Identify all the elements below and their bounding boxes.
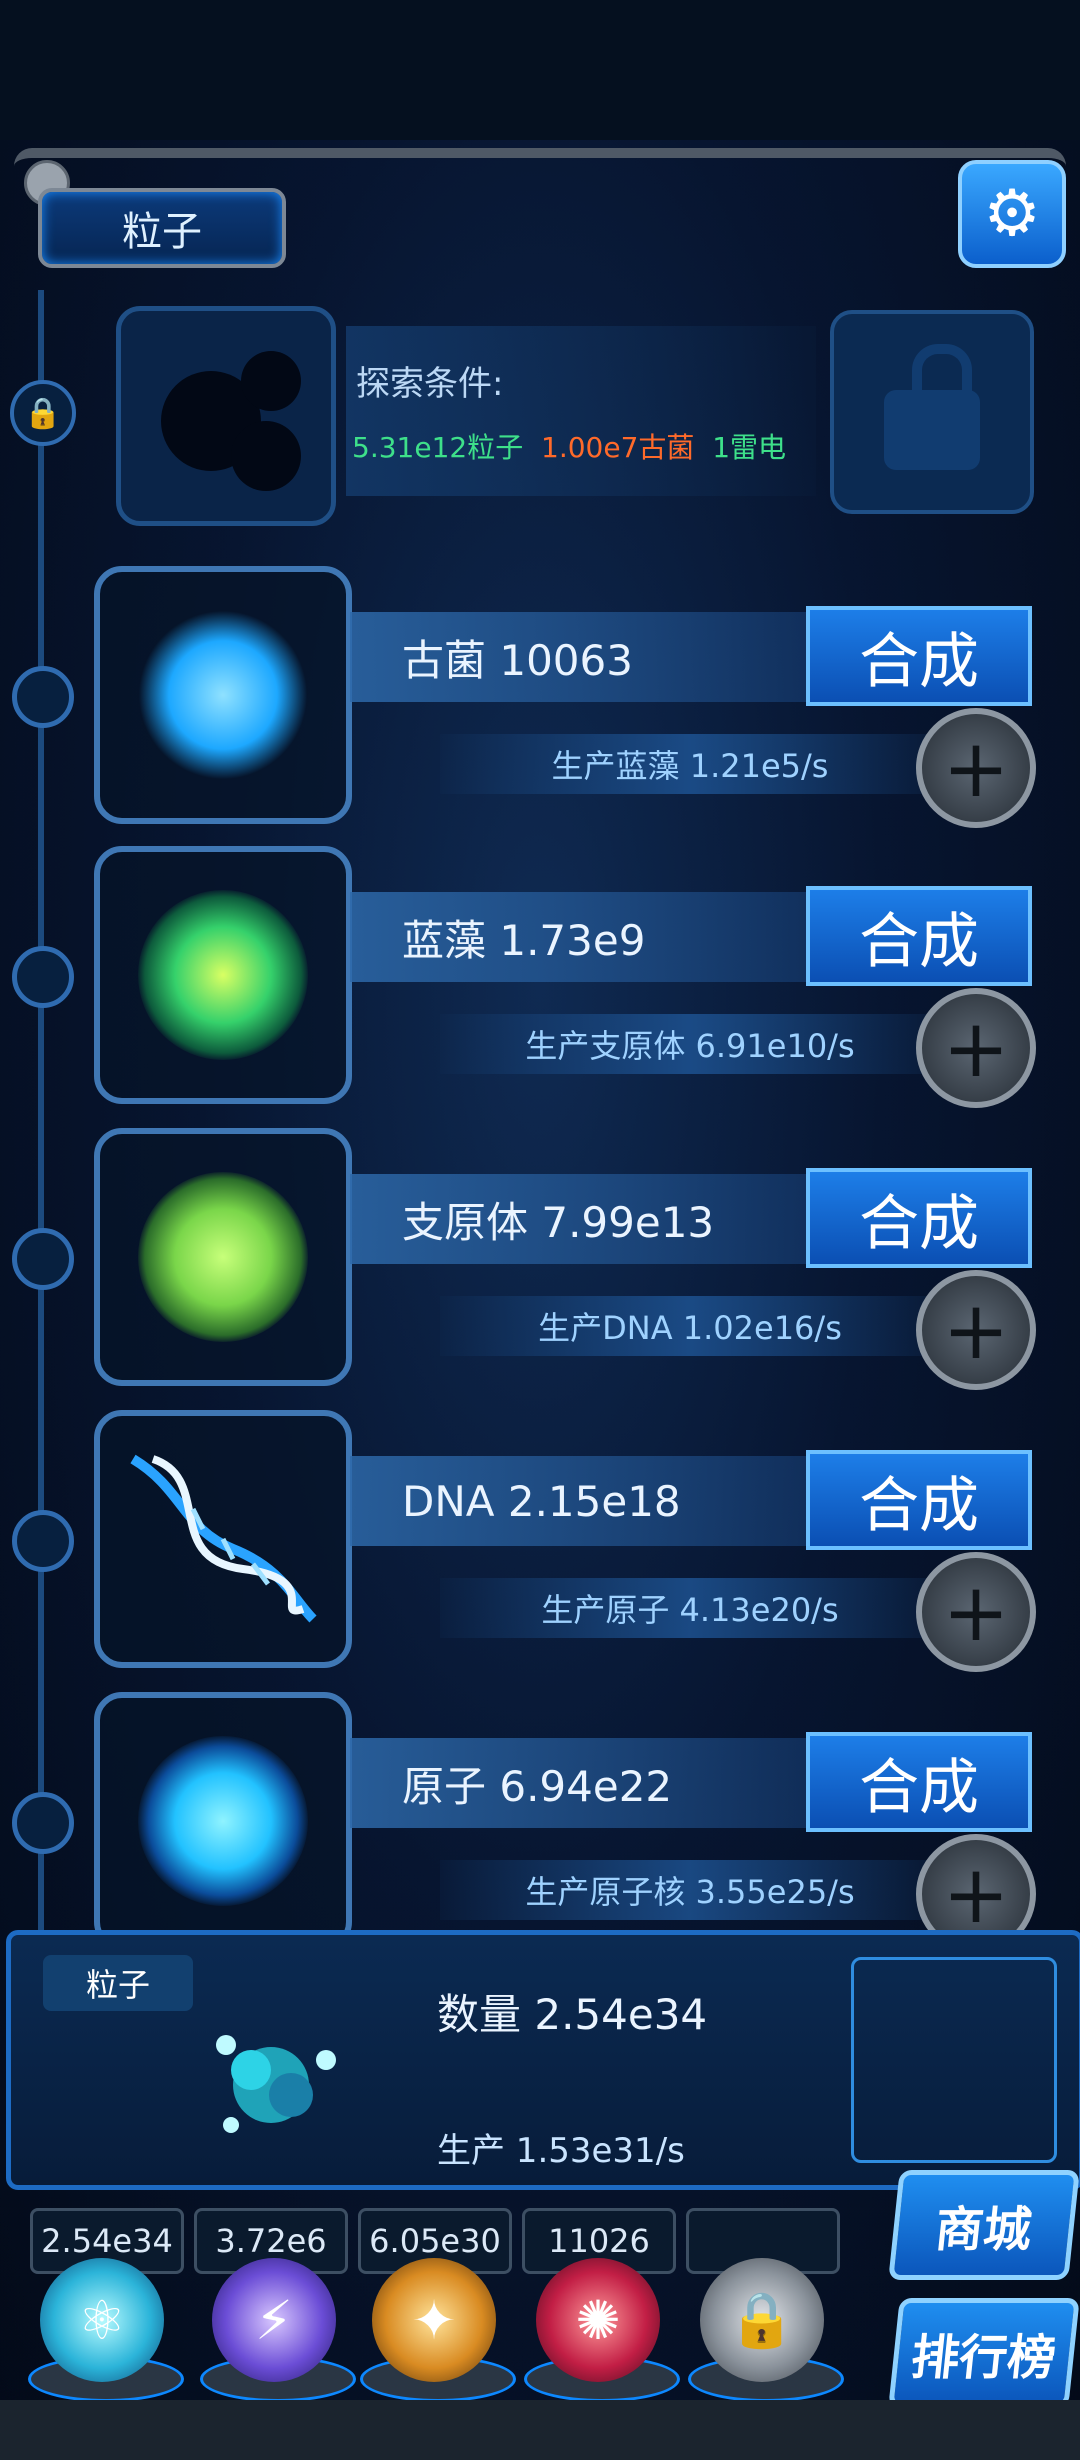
galaxy-icon: ✦ bbox=[411, 2288, 457, 2352]
particle-production: 生产 1.53e31/s bbox=[437, 2131, 685, 2171]
atom-icon bbox=[138, 1736, 308, 1906]
plus-icon: + bbox=[942, 1847, 1010, 1941]
page-title: 粒子 bbox=[38, 188, 286, 268]
particle-count: 数量 2.54e34 bbox=[437, 1990, 708, 2039]
lightning-icon: ⚡ bbox=[255, 2288, 293, 2352]
lock-icon: 🔒 bbox=[728, 2288, 796, 2351]
cyanobacteria-thumbnail bbox=[94, 846, 352, 1104]
synthesize-button[interactable]: 合成 bbox=[806, 1450, 1032, 1550]
shop-button[interactable]: 商城 bbox=[888, 2170, 1080, 2280]
item-name: 蓝藻 1.73e9 bbox=[350, 892, 810, 982]
add-button[interactable]: + bbox=[916, 1270, 1036, 1390]
padlock-icon bbox=[884, 344, 980, 470]
lock-icon: 🔒 bbox=[10, 380, 76, 446]
explore-title: 探索条件: bbox=[356, 364, 504, 404]
atom-thumbnail bbox=[94, 1692, 352, 1950]
condition-thunder: 1雷电 bbox=[712, 431, 787, 464]
particle-icon: ⚛ bbox=[77, 2288, 127, 2352]
list-item: 古菌 10063 合成 生产蓝藻 1.21e5/s + bbox=[0, 566, 1080, 836]
brain-orb-button[interactable]: ✺ bbox=[536, 2258, 660, 2382]
list-item: DNA 2.15e18 合成 生产原子 4.13e20/s + bbox=[0, 1410, 1080, 1680]
locked-silhouette bbox=[116, 306, 336, 526]
bottom-floor bbox=[0, 2400, 1080, 2460]
item-name: DNA 2.15e18 bbox=[350, 1456, 810, 1546]
add-button[interactable]: + bbox=[916, 1552, 1036, 1672]
production-rate: 生产支原体 6.91e10/s bbox=[440, 1014, 940, 1074]
archaea-thumbnail bbox=[94, 566, 352, 824]
mycoplasma-thumbnail bbox=[94, 1128, 352, 1386]
add-button[interactable]: + bbox=[916, 708, 1036, 828]
mycoplasma-icon bbox=[138, 1172, 308, 1342]
item-name: 古菌 10063 bbox=[350, 612, 810, 702]
plus-icon: + bbox=[942, 1283, 1010, 1377]
production-rate: 生产蓝藻 1.21e5/s bbox=[440, 734, 940, 794]
particle-cluster-icon bbox=[216, 2035, 336, 2133]
list-item: 支原体 7.99e13 合成 生产DNA 1.02e16/s + bbox=[0, 1128, 1080, 1398]
item-name: 支原体 7.99e13 bbox=[350, 1174, 810, 1264]
dna-icon bbox=[130, 1454, 317, 1623]
explore-panel: 探索条件: 5.31e12粒子 1.00e7古菌 1雷电 bbox=[116, 306, 1036, 526]
status-bar-area bbox=[0, 0, 1080, 140]
condition-particle: 5.31e12粒子 bbox=[352, 431, 524, 464]
synthesize-button[interactable]: 合成 bbox=[806, 606, 1032, 706]
plus-icon: + bbox=[942, 721, 1010, 815]
explore-info-bg bbox=[346, 326, 816, 496]
star-orb-button[interactable]: ✦ bbox=[372, 2258, 496, 2382]
brain-icon: ✺ bbox=[575, 2288, 621, 2352]
particle-orb-button[interactable]: ⚛ bbox=[40, 2258, 164, 2382]
production-rate: 生产原子核 3.55e25/s bbox=[440, 1860, 940, 1920]
plus-icon: + bbox=[942, 1565, 1010, 1659]
settings-button[interactable]: ⚙ bbox=[958, 160, 1066, 268]
production-rate: 生产原子 4.13e20/s bbox=[440, 1578, 940, 1638]
summary-tag: 粒子 bbox=[43, 1955, 193, 2011]
header: 粒子 ⚙ bbox=[0, 140, 1080, 290]
list-item: 蓝藻 1.73e9 合成 生产支原体 6.91e10/s + bbox=[0, 846, 1080, 1116]
gear-icon: ⚙ bbox=[983, 177, 1041, 251]
synthesize-button[interactable]: 合成 bbox=[806, 1732, 1032, 1832]
archaea-icon bbox=[138, 610, 308, 780]
production-rate: 生产DNA 1.02e16/s bbox=[440, 1296, 940, 1356]
item-name: 原子 6.94e22 bbox=[350, 1738, 810, 1828]
add-button[interactable]: + bbox=[916, 988, 1036, 1108]
synthesize-button[interactable]: 合成 bbox=[806, 886, 1032, 986]
locked-orb-button[interactable]: 🔒 bbox=[700, 2258, 824, 2382]
dna-thumbnail bbox=[94, 1410, 352, 1668]
plus-icon: + bbox=[942, 1001, 1010, 1095]
list-item: 原子 6.94e22 合成 生产原子核 3.55e25/s + bbox=[0, 1692, 1080, 1962]
synthesize-button[interactable]: 合成 bbox=[806, 1168, 1032, 1268]
cyanobacteria-icon bbox=[138, 890, 308, 1060]
thunder-orb-button[interactable]: ⚡ bbox=[212, 2258, 336, 2382]
explore-lock-button[interactable] bbox=[830, 310, 1034, 514]
summary-panel: 粒子 数量 2.54e34 生产 1.53e31/s bbox=[6, 1930, 1080, 2190]
dna-hologram-icon bbox=[851, 1957, 1057, 2163]
condition-archaea: 1.00e7古菌 bbox=[541, 431, 695, 464]
explore-conditions: 5.31e12粒子 1.00e7古菌 1雷电 bbox=[352, 426, 786, 466]
ranking-button[interactable]: 排行榜 bbox=[888, 2298, 1080, 2408]
